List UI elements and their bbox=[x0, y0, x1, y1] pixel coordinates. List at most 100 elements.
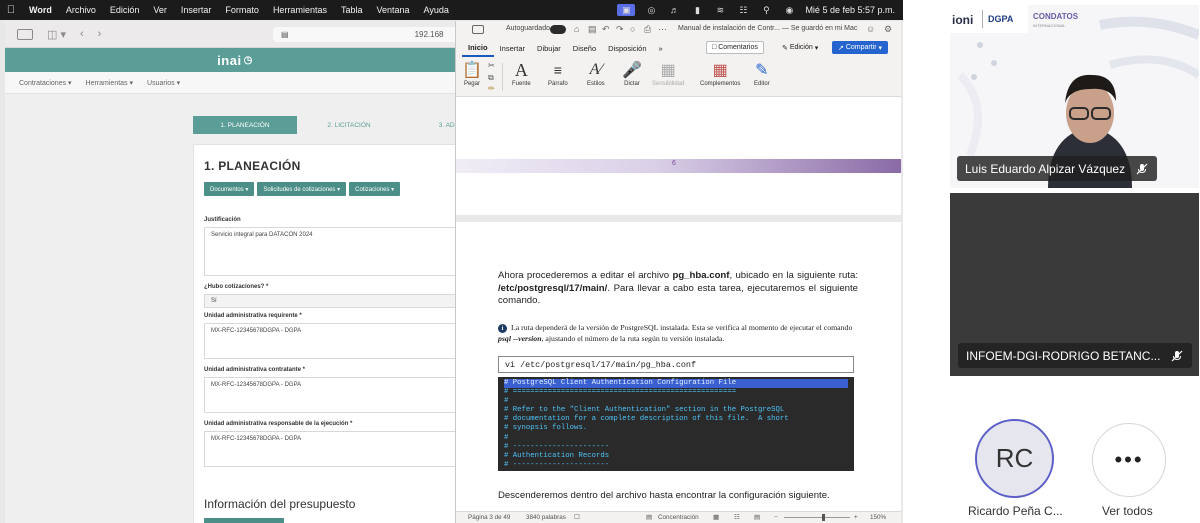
dictate-group[interactable]: 🎤 Dictar bbox=[622, 59, 642, 87]
autosave-toggle[interactable] bbox=[550, 25, 566, 34]
menu-herramientas[interactable]: Herramientas bbox=[266, 5, 334, 15]
screen-share-icon[interactable]: ▣ bbox=[617, 4, 636, 16]
participant-tile-2[interactable]: INFOEM-DGI-RODRIGO BETANC... bbox=[950, 193, 1199, 376]
search-icon[interactable]: ⚲ bbox=[759, 4, 773, 16]
print-layout-icon[interactable]: ▩ bbox=[713, 514, 719, 521]
svg-text:ioni: ioni bbox=[952, 13, 973, 27]
code-line: # bbox=[504, 433, 509, 442]
tab-diseno[interactable]: Diseño bbox=[567, 39, 602, 57]
tab-overview-icon[interactable]: ◫ ▾ bbox=[47, 28, 66, 41]
responsable-field[interactable]: MX-RFC-12345678DGPA - DGPA bbox=[204, 431, 465, 467]
para-file: pg_hba.conf bbox=[672, 270, 730, 281]
cotizaciones-select[interactable]: Sí bbox=[204, 294, 465, 308]
documentos-button[interactable]: Documentos ▾ bbox=[204, 182, 255, 196]
page-current[interactable]: Ahora procederemos a editar el archivo p… bbox=[456, 222, 901, 511]
sidebar-icon[interactable] bbox=[472, 25, 484, 34]
code-block: # PostgreSQL Client Authentication Confi… bbox=[498, 377, 854, 471]
tab-inicio[interactable]: Inicio bbox=[462, 39, 494, 57]
forward-icon[interactable]: › bbox=[98, 28, 102, 40]
home-icon[interactable]: ⌂ bbox=[574, 24, 579, 34]
step-planeacion[interactable]: 1. PLANEACIÓN bbox=[193, 116, 297, 134]
user-icon[interactable]: ◉ bbox=[782, 4, 796, 16]
menu-archivo[interactable]: Archivo bbox=[59, 5, 103, 15]
nav-usuarios[interactable]: Usuarios ▾ bbox=[147, 79, 180, 87]
word-count[interactable]: 3840 palabras bbox=[526, 514, 566, 521]
focus-icon[interactable]: ▤ bbox=[646, 514, 652, 521]
solicitudes-button[interactable]: Solicitudes de cotizaciones ▾ bbox=[257, 182, 347, 196]
tab-insertar[interactable]: Insertar bbox=[494, 39, 531, 57]
tab-disposicion[interactable]: Disposición bbox=[602, 39, 652, 57]
more-participants-button[interactable]: ••• bbox=[1092, 423, 1166, 497]
participant-name-1: Luis Eduardo Alpizar Vázquez bbox=[965, 161, 1126, 176]
control-center-icon[interactable]: ☷ bbox=[736, 4, 750, 16]
budget-button[interactable] bbox=[204, 518, 284, 523]
site-logo[interactable]: inai bbox=[217, 53, 241, 68]
circle-icon[interactable]: ○ bbox=[630, 24, 635, 34]
requirente-field[interactable]: MX-RFC-12345678DGPA - DGPA bbox=[204, 323, 465, 359]
proofing-icon[interactable]: ☐ bbox=[574, 514, 580, 521]
comments-button[interactable]: □ Comentarios bbox=[706, 41, 764, 54]
menu-ventana[interactable]: Ventana bbox=[369, 5, 416, 15]
menu-tabla[interactable]: Tabla bbox=[334, 5, 370, 15]
redo-icon[interactable]: ↷ bbox=[616, 24, 624, 35]
sidebar-toggle-icon[interactable] bbox=[17, 28, 33, 40]
step-licitacion[interactable]: 2. LICITACIÓN bbox=[297, 116, 401, 134]
settings-icon[interactable]: ⚙ bbox=[884, 24, 892, 35]
cut-icon[interactable]: ✂ bbox=[488, 61, 495, 70]
paste-group[interactable]: 📋 Pegar bbox=[462, 59, 482, 87]
address-bar[interactable]: ▤ 192.168 bbox=[273, 27, 465, 42]
editing-button[interactable]: ✎ Edición ▾ bbox=[778, 41, 822, 54]
view-all-label[interactable]: Ver todos bbox=[1102, 504, 1153, 518]
audio-icon[interactable]: ♬ bbox=[667, 4, 681, 16]
contratante-field[interactable]: MX-RFC-12345678DGPA - DGPA bbox=[204, 377, 465, 413]
participant-tile-1[interactable]: ioni DGPA CONDATOS INTERNACIONAL Luis Ed… bbox=[950, 5, 1199, 188]
zoom-level[interactable]: 150% bbox=[870, 514, 886, 521]
zoom-slider-thumb[interactable] bbox=[822, 514, 825, 521]
tab-dibujar[interactable]: Dibujar bbox=[531, 39, 567, 57]
editor-group[interactable]: ✎ Editor bbox=[754, 59, 770, 87]
page-count[interactable]: Página 3 de 49 bbox=[468, 514, 510, 521]
menu-app-name[interactable]: Word bbox=[22, 5, 59, 15]
sensitivity-group[interactable]: ▦ Sensibilidad bbox=[652, 59, 684, 87]
undo-icon[interactable]: ↶ bbox=[602, 24, 610, 35]
document-canvas: 6 Ahora procederemos a editar el archivo… bbox=[456, 97, 901, 511]
zoom-in-icon[interactable]: + bbox=[854, 514, 858, 521]
extension-icon[interactable]: ◎ bbox=[644, 4, 658, 16]
tabs-overflow-icon[interactable]: » bbox=[653, 39, 669, 57]
back-icon[interactable]: ‹ bbox=[80, 28, 84, 40]
web-layout-icon[interactable]: ☷ bbox=[734, 514, 740, 521]
nav-herramientas[interactable]: Herramientas ▾ bbox=[86, 79, 133, 87]
wifi-icon[interactable]: ≋ bbox=[713, 4, 727, 16]
apple-icon[interactable]:  bbox=[0, 4, 22, 16]
cotizaciones-button[interactable]: Cotizaciones ▾ bbox=[349, 182, 401, 196]
site-header: inai ◷ bbox=[5, 48, 465, 72]
menubar-datetime[interactable]: Mié 5 de feb 5:57 p.m. bbox=[805, 5, 895, 15]
zoom-out-icon[interactable]: − bbox=[774, 514, 778, 521]
share-button[interactable]: ↗ Compartir ▾ bbox=[832, 41, 889, 54]
print-icon[interactable]: ⎙ bbox=[644, 24, 651, 35]
save-icon[interactable]: ▤ bbox=[588, 24, 597, 35]
battery-icon[interactable]: ▮ bbox=[690, 4, 704, 16]
styles-group[interactable]: A∕ Estilos bbox=[587, 59, 605, 87]
addins-group[interactable]: ▦ Complementos bbox=[700, 59, 740, 87]
copy-icon[interactable]: ⧉ bbox=[488, 73, 494, 83]
font-group[interactable]: A Fuente bbox=[512, 59, 531, 88]
participant-name-2: INFOEM-DGI-RODRIGO BETANC... bbox=[966, 348, 1161, 363]
menu-insertar[interactable]: Insertar bbox=[174, 5, 219, 15]
zoom-slider[interactable] bbox=[784, 517, 850, 518]
font-label: Fuente bbox=[512, 81, 531, 87]
justificacion-field[interactable]: Servicio integral para DATACON 2024 bbox=[204, 227, 465, 276]
more-icon[interactable]: ⋯ bbox=[658, 24, 667, 35]
nav-contrataciones[interactable]: Contrataciones ▾ bbox=[19, 79, 72, 87]
participant-nametag-1: Luis Eduardo Alpizar Vázquez bbox=[957, 156, 1158, 181]
format-painter-icon[interactable]: ✏ bbox=[488, 84, 495, 93]
menu-ver[interactable]: Ver bbox=[146, 5, 174, 15]
menu-formato[interactable]: Formato bbox=[218, 5, 266, 15]
menu-edicion[interactable]: Edición bbox=[103, 5, 147, 15]
focus-label[interactable]: Concentración bbox=[658, 514, 699, 521]
share-person-icon[interactable]: ☺ bbox=[866, 24, 875, 34]
read-mode-icon[interactable]: ▤ bbox=[754, 514, 760, 521]
participant-avatar-3[interactable]: RC bbox=[975, 419, 1054, 498]
paragraph-group[interactable]: ≡ Párrafo bbox=[548, 59, 568, 87]
menu-ayuda[interactable]: Ayuda bbox=[417, 5, 456, 15]
